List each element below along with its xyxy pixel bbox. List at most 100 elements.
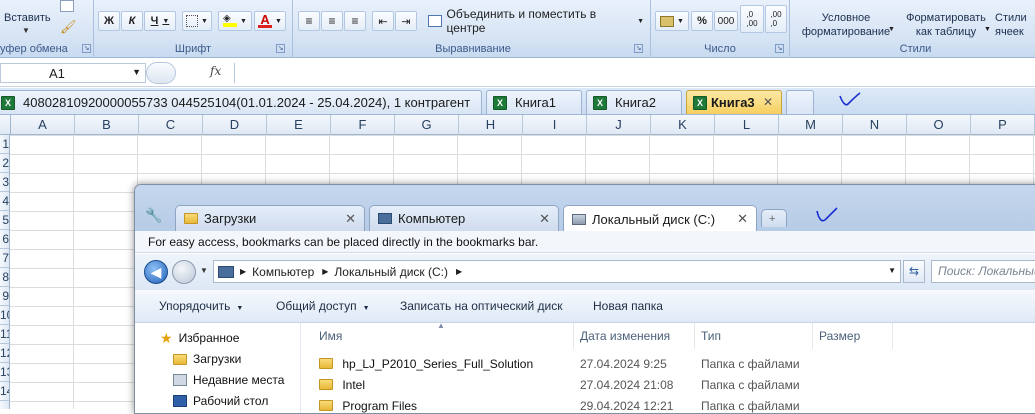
organize-menu[interactable]: Упорядочить ▼ bbox=[159, 290, 243, 323]
wrench-icon[interactable]: 🔧 bbox=[145, 207, 162, 224]
align-right-button[interactable]: ≡ bbox=[344, 11, 366, 31]
formula-input[interactable] bbox=[234, 63, 1035, 83]
thousands-separator-button[interactable]: 000 bbox=[714, 11, 738, 31]
column-header-c[interactable]: C bbox=[139, 115, 203, 135]
column-header-name[interactable]: Имя ▲ bbox=[313, 321, 574, 349]
cell-styles-button[interactable]: Стили ячеек bbox=[993, 0, 1035, 40]
history-dropdown-icon[interactable]: ▼ bbox=[200, 266, 208, 275]
align-center-button[interactable]: ≡ bbox=[321, 11, 343, 31]
new-workbook-tab-button[interactable] bbox=[786, 90, 814, 114]
row-header-10[interactable]: 10 bbox=[0, 306, 9, 325]
fill-color-button[interactable]: ◈ ▼ bbox=[218, 11, 252, 31]
workbook-tab-statement[interactable]: X 40802810920000055733 044525104(01.01.2… bbox=[0, 90, 482, 114]
row-header-11[interactable]: 11 bbox=[0, 325, 9, 344]
insert-function-button[interactable]: fx bbox=[210, 64, 230, 82]
column-header-f[interactable]: F bbox=[331, 115, 395, 135]
underline-button[interactable]: Ч ▼ bbox=[144, 11, 176, 31]
font-color-button[interactable]: A ▼ bbox=[254, 11, 286, 31]
column-header-o[interactable]: O bbox=[907, 115, 971, 135]
row-header-8[interactable]: 8 bbox=[0, 268, 9, 287]
burn-disc-button[interactable]: Записать на оптический диск bbox=[400, 290, 563, 323]
close-tab-icon[interactable]: ✕ bbox=[539, 211, 550, 227]
explorer-tab-computer[interactable]: Компьютер ✕ bbox=[369, 205, 559, 231]
name-box-dropdown-icon[interactable]: ▼ bbox=[132, 67, 141, 77]
row-header-1[interactable]: 1 bbox=[0, 135, 9, 154]
column-header-k[interactable]: K bbox=[651, 115, 715, 135]
name-box[interactable]: A1 ▼ bbox=[0, 63, 146, 83]
workbook-tab-kniga2[interactable]: X Книга2 bbox=[586, 90, 682, 114]
row-header-2[interactable]: 2 bbox=[0, 154, 9, 173]
decrease-indent-button[interactable]: ⇤ bbox=[372, 11, 394, 31]
format-painter-icon[interactable]: 🖌 bbox=[60, 20, 77, 34]
explorer-tab-local-disk[interactable]: Локальный диск (C:) ✕ bbox=[563, 205, 757, 232]
font-dialog-launcher-icon[interactable]: ↘ bbox=[276, 44, 285, 53]
nav-item-desktop[interactable]: Рабочий стол bbox=[173, 391, 268, 411]
column-header-type[interactable]: Тип bbox=[695, 323, 813, 349]
row-header-4[interactable]: 4 bbox=[0, 192, 9, 211]
close-tab-icon[interactable]: ✕ bbox=[737, 211, 748, 227]
search-field[interactable]: Поиск: Локальный bbox=[931, 260, 1035, 283]
currency-format-button[interactable]: ▼ bbox=[655, 11, 689, 31]
column-header-b[interactable]: B bbox=[75, 115, 139, 135]
column-header-m[interactable]: M bbox=[779, 115, 843, 135]
workbook-tab-kniga3[interactable]: X Книга3 ✕ bbox=[686, 90, 782, 114]
nav-item-favorites[interactable]: ★ Избранное bbox=[160, 328, 239, 348]
share-menu[interactable]: Общий доступ ▼ bbox=[276, 290, 370, 323]
number-dialog-launcher-icon[interactable]: ↘ bbox=[775, 44, 784, 53]
workbook-tab-kniga1[interactable]: X Книга1 bbox=[486, 90, 582, 114]
borders-button[interactable]: ▼ bbox=[182, 11, 212, 31]
close-tab-icon[interactable]: ✕ bbox=[345, 211, 356, 227]
row-header-13[interactable]: 13 bbox=[0, 363, 9, 382]
row-header-3[interactable]: 3 bbox=[0, 173, 9, 192]
clipboard-dialog-launcher-icon[interactable]: ↘ bbox=[82, 44, 91, 53]
new-tab-button[interactable]: + bbox=[761, 209, 787, 227]
formula-splitter-icon[interactable] bbox=[146, 62, 176, 84]
file-row[interactable]: Program Files 29.04.2024 12:21 Папка с ф… bbox=[319, 396, 1035, 413]
row-header-5[interactable]: 5 bbox=[0, 211, 9, 230]
column-header-e[interactable]: E bbox=[267, 115, 331, 135]
close-tab-icon[interactable]: ✕ bbox=[763, 95, 773, 109]
explorer-tab-downloads[interactable]: Загрузки ✕ bbox=[175, 205, 365, 231]
breadcrumb-local-disk[interactable]: Локальный диск (C:) bbox=[334, 265, 448, 279]
row-header-6[interactable]: 6 bbox=[0, 230, 9, 249]
row-header-12[interactable]: 12 bbox=[0, 344, 9, 363]
column-header-p[interactable]: P bbox=[971, 115, 1035, 135]
column-header-h[interactable]: H bbox=[459, 115, 523, 135]
row-header-14[interactable]: 14 bbox=[0, 382, 9, 401]
merge-center-button[interactable]: Объединить и поместить в центре ▼ bbox=[423, 7, 645, 35]
breadcrumb-computer[interactable]: Компьютер bbox=[252, 265, 314, 279]
row-header-9[interactable]: 9 bbox=[0, 287, 9, 306]
forward-button[interactable] bbox=[172, 260, 196, 284]
back-button[interactable]: ◀ bbox=[144, 260, 168, 284]
percent-button[interactable]: % bbox=[691, 11, 713, 31]
select-all-corner[interactable] bbox=[0, 115, 11, 135]
file-row[interactable]: hp_LJ_P2010_Series_Full_Solution 27.04.2… bbox=[319, 354, 1035, 375]
nav-item-downloads[interactable]: Загрузки bbox=[173, 349, 241, 369]
paste-button[interactable]: Вставить ▼ bbox=[0, 0, 58, 38]
column-header-d[interactable]: D bbox=[203, 115, 267, 135]
column-header-j[interactable]: J bbox=[587, 115, 651, 135]
column-header-date[interactable]: Дата изменения bbox=[574, 323, 695, 349]
bold-button[interactable]: Ж bbox=[98, 11, 120, 31]
column-header-g[interactable]: G bbox=[395, 115, 459, 135]
new-folder-button[interactable]: Новая папка bbox=[593, 290, 663, 323]
column-header-l[interactable]: L bbox=[715, 115, 779, 135]
column-header-size[interactable]: Размер bbox=[813, 323, 893, 349]
refresh-button[interactable]: ⇆ bbox=[903, 260, 925, 283]
format-as-table-button[interactable]: Форматировать как таблицу ▼ bbox=[900, 0, 992, 40]
decrease-decimal-button[interactable]: ,00 ,0 bbox=[765, 5, 787, 33]
row-header-7[interactable]: 7 bbox=[0, 249, 9, 268]
file-row[interactable]: Intel 27.04.2024 21:08 Папка с файлами bbox=[319, 375, 1035, 396]
copy-icon[interactable] bbox=[60, 0, 74, 12]
align-left-button[interactable]: ≡ bbox=[298, 11, 320, 31]
conditional-formatting-button[interactable]: Условное форматирование ▼ bbox=[796, 0, 896, 40]
italic-button[interactable]: К bbox=[121, 11, 143, 31]
alignment-dialog-launcher-icon[interactable]: ↘ bbox=[634, 44, 643, 53]
nav-item-recent-places[interactable]: Недавние места bbox=[173, 370, 284, 390]
column-header-n[interactable]: N bbox=[843, 115, 907, 135]
increase-indent-button[interactable]: ⇥ bbox=[395, 11, 417, 31]
column-header-a[interactable]: A bbox=[11, 115, 75, 135]
address-field[interactable]: ▶ Компьютер ▶ Локальный диск (C:) ▶ ▼ bbox=[213, 260, 901, 283]
column-header-i[interactable]: I bbox=[523, 115, 587, 135]
address-dropdown-icon[interactable]: ▼ bbox=[888, 266, 896, 275]
